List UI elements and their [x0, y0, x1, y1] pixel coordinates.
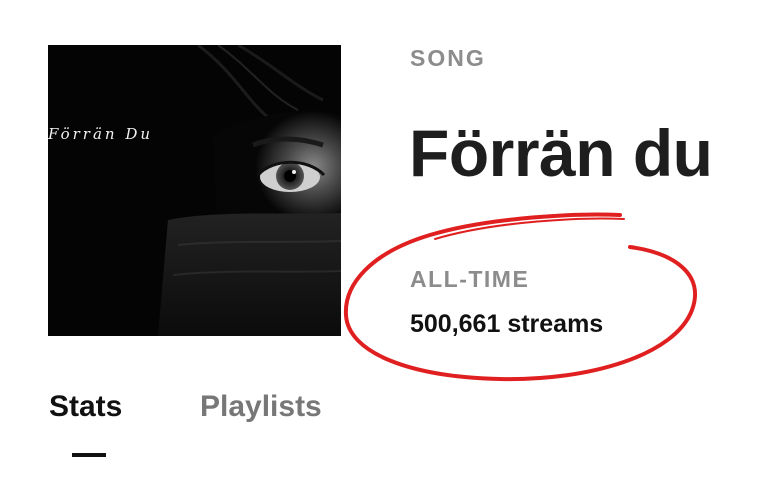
- album-cover: [48, 45, 341, 336]
- alltime-label: ALL-TIME: [410, 266, 530, 292]
- album-cover-art-icon: [48, 45, 341, 336]
- tab-playlists[interactable]: Playlists: [200, 390, 322, 424]
- red-circle-annotation: [343, 212, 697, 382]
- streams-count: 500,661 streams: [410, 310, 604, 338]
- active-tab-indicator: [72, 453, 106, 457]
- song-page: Förrän Du SONG Förrän du ALL-TIME 500,66…: [0, 0, 768, 487]
- song-type-label: SONG: [410, 45, 486, 71]
- page-title: Förrän du: [409, 116, 713, 190]
- cover-title-text: Förrän Du: [48, 125, 154, 143]
- tab-stats[interactable]: Stats: [49, 390, 122, 424]
